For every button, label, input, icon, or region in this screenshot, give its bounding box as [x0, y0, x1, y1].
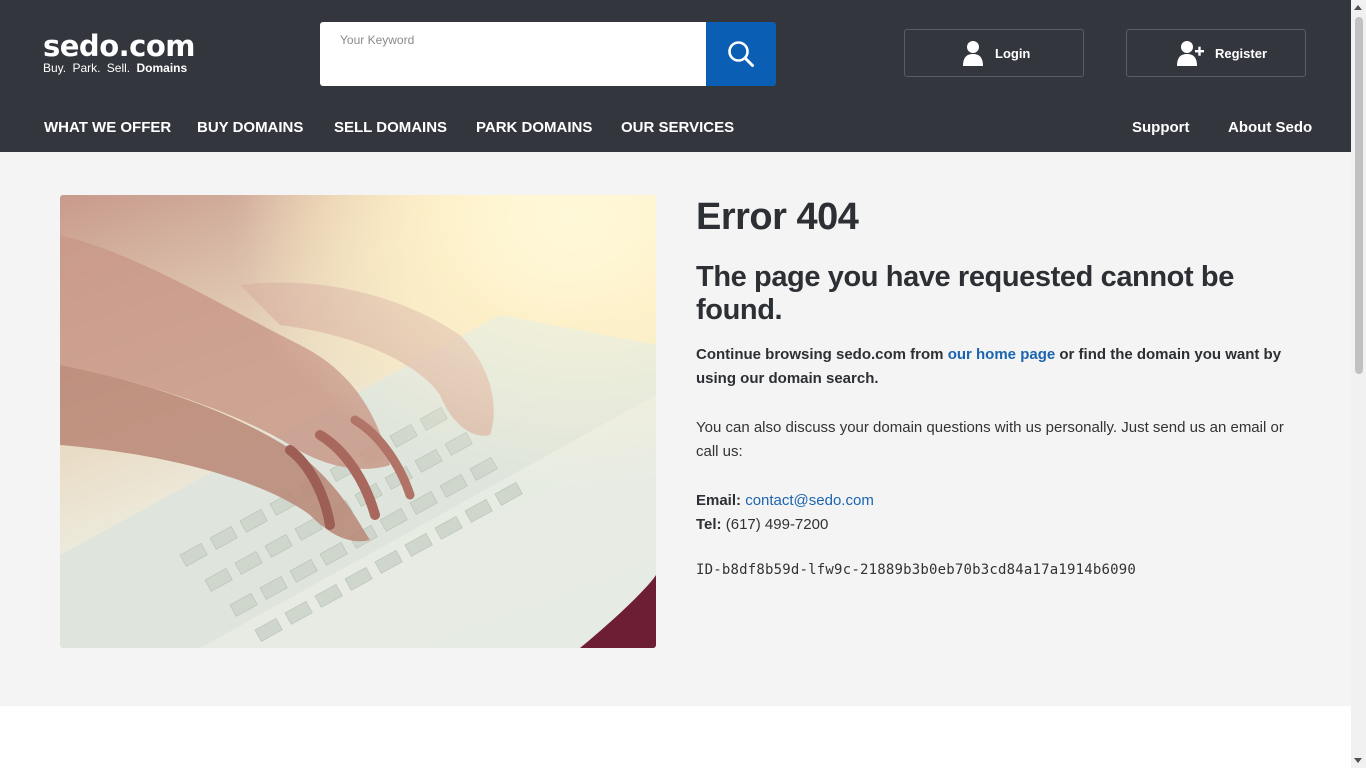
nav-park-domains[interactable]: PARK DOMAINS — [476, 119, 592, 136]
page-scrollbar[interactable] — [1351, 0, 1366, 768]
home-page-link[interactable]: our home page — [948, 346, 1056, 363]
contact-intro-text: You can also discuss your domain questio… — [696, 419, 1284, 460]
login-label: Login — [995, 45, 1031, 61]
error-text: Error 404 The page you have requested ca… — [696, 192, 1296, 578]
user-plus-icon — [1177, 40, 1205, 66]
tel-line: Tel: (617) 499-7200 — [696, 513, 1296, 537]
register-button[interactable]: Register — [1126, 29, 1306, 77]
keyboard-typing-photo — [60, 195, 656, 648]
logo-tagline: Buy. Park. Sell. Domains — [43, 62, 195, 74]
continue-text-before: Continue browsing sedo.com from — [696, 346, 948, 363]
nav-our-services[interactable]: OUR SERVICES — [621, 119, 734, 136]
site-header: sedo.com Buy. Park. Sell. Domains Your K… — [0, 0, 1351, 152]
logo-wordmark: sedo.com — [43, 29, 195, 63]
register-label: Register — [1215, 45, 1268, 61]
scroll-up-arrow-icon[interactable] — [1354, 5, 1362, 10]
error-title: Error 404 — [696, 196, 859, 238]
search-icon — [728, 41, 754, 67]
logo-tagline-bold: Domains — [136, 61, 188, 75]
logo-tagline-plain: Buy. Park. Sell. — [43, 61, 137, 75]
email-label: Email: — [696, 492, 742, 509]
scroll-down-arrow-icon[interactable] — [1354, 758, 1362, 763]
nav-support[interactable]: Support — [1132, 119, 1190, 136]
search-box: Your Keyword — [320, 22, 706, 86]
nav-about-sedo[interactable]: About Sedo — [1228, 119, 1312, 136]
tel-label: Tel: — [696, 516, 722, 533]
page: sedo.com Buy. Park. Sell. Domains Your K… — [0, 0, 1351, 768]
nav-sell-domains[interactable]: SELL DOMAINS — [334, 119, 447, 136]
user-icon — [963, 40, 983, 66]
email-link[interactable]: contact@sedo.com — [745, 492, 874, 509]
error-content: Error 404 The page you have requested ca… — [0, 152, 1351, 706]
contact-info: Email: contact@sedo.com Tel: (617) 499-7… — [696, 489, 1296, 537]
error-subtitle: The page you have requested cannot be fo… — [696, 261, 1234, 326]
scrollbar-thumb[interactable] — [1355, 17, 1363, 374]
search-button[interactable] — [706, 22, 776, 86]
request-id: ID-b8df8b59d-lfw9c-21889b3b0eb70b3cd84a1… — [696, 562, 1137, 578]
sedo-logo[interactable]: sedo.com Buy. Park. Sell. Domains — [43, 30, 195, 74]
email-line: Email: contact@sedo.com — [696, 489, 1296, 513]
nav-what-we-offer[interactable]: WHAT WE OFFER — [44, 119, 171, 136]
login-button[interactable]: Login — [904, 29, 1084, 77]
continue-browsing-text: Continue browsing sedo.com from our home… — [696, 343, 1296, 391]
nav-buy-domains[interactable]: BUY DOMAINS — [197, 119, 303, 136]
search-input[interactable] — [320, 22, 706, 86]
tel-number: (617) 499-7200 — [721, 516, 829, 533]
